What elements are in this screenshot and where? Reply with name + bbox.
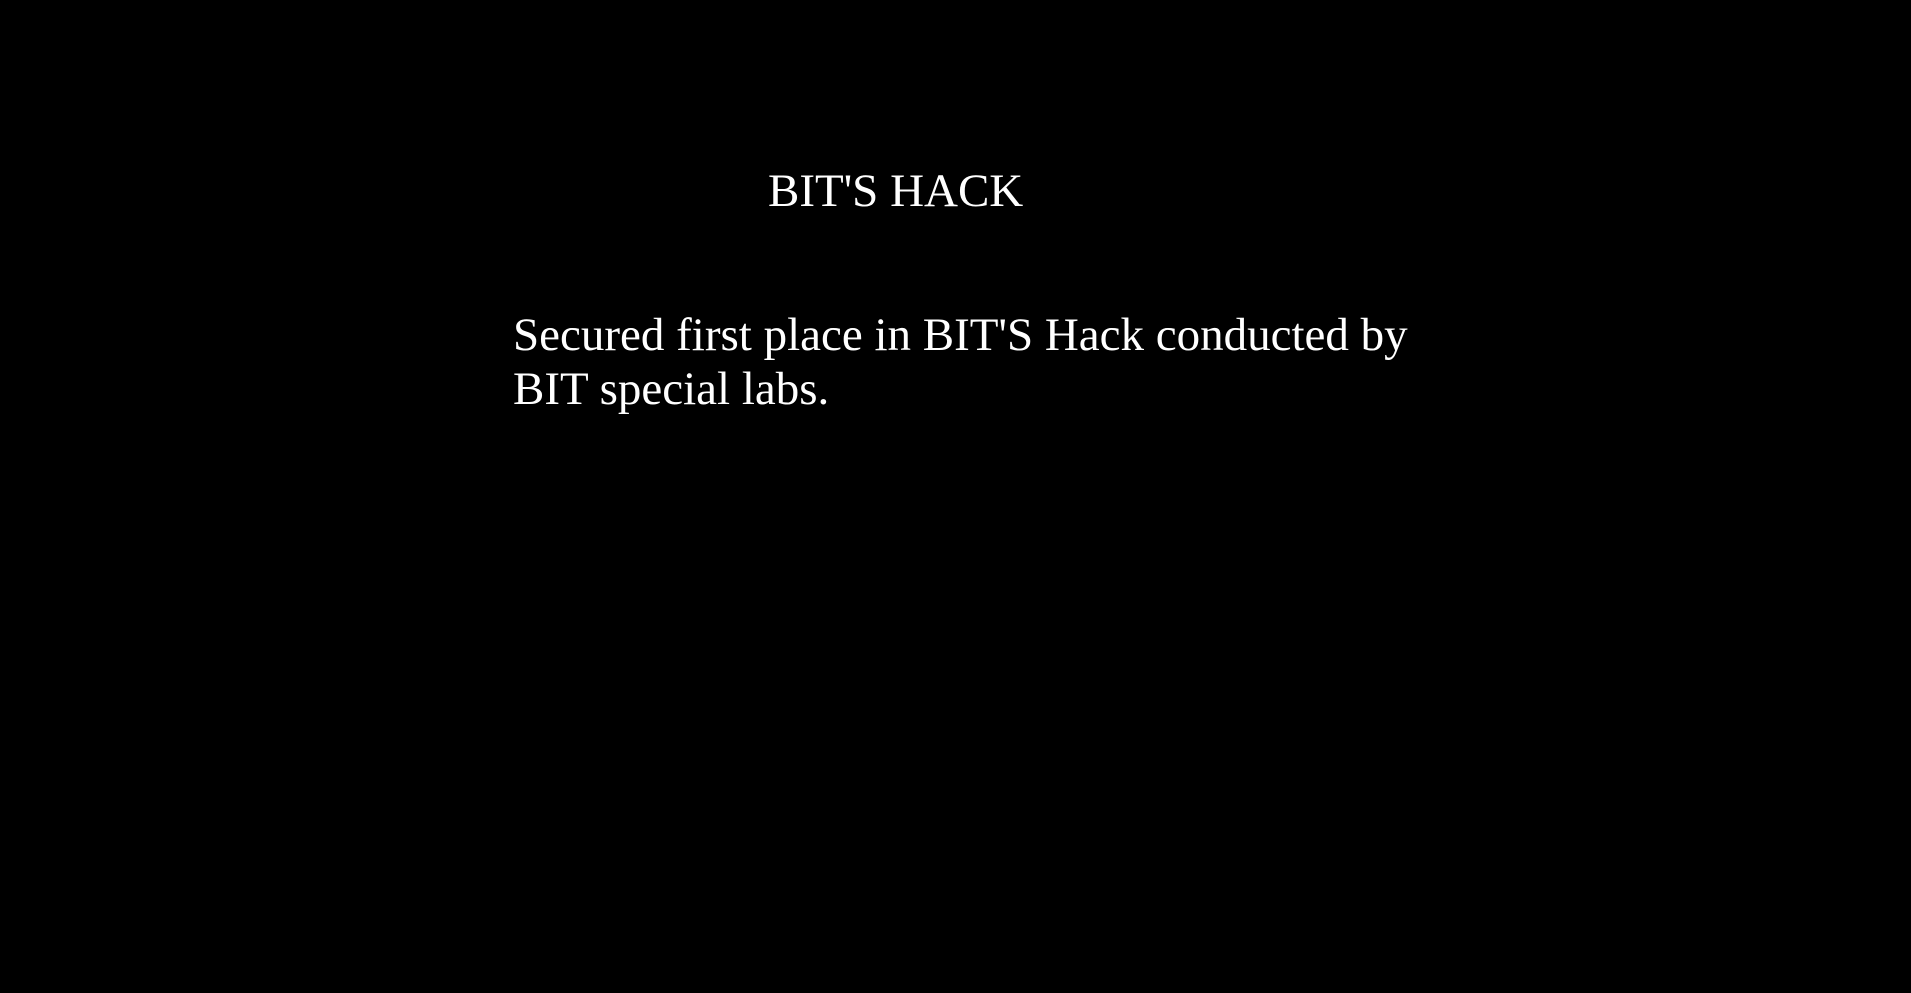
achievement-title: BIT'S HACK <box>768 165 1024 217</box>
achievement-page: BIT'S HACK Secured first place in BIT'S … <box>0 0 1911 993</box>
achievement-description: Secured first place in BIT'S Hack conduc… <box>513 309 1408 415</box>
